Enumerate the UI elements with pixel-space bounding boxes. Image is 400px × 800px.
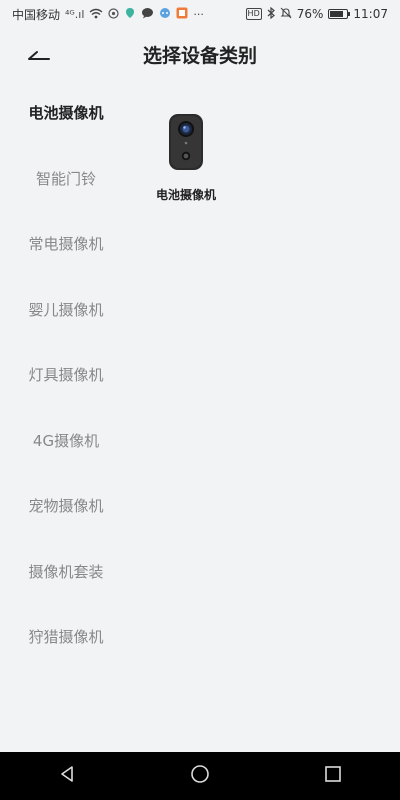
app-icon bbox=[124, 7, 136, 21]
hd-icon: HD bbox=[245, 8, 262, 20]
circle-home-icon bbox=[190, 764, 210, 788]
device-card[interactable]: 电池摄像机 bbox=[140, 100, 232, 203]
game-icon bbox=[159, 7, 171, 21]
header: 选择设备类别 bbox=[0, 28, 400, 80]
battery-percent: 76% bbox=[296, 7, 324, 21]
mute-bell-icon bbox=[280, 7, 292, 21]
page-title: 选择设备类别 bbox=[142, 44, 257, 67]
bluetooth-icon bbox=[267, 6, 275, 21]
battery-icon bbox=[328, 9, 351, 19]
nav-home-button[interactable] bbox=[180, 756, 220, 796]
location-icon bbox=[108, 7, 120, 21]
status-left: 中国移动 ⁴ᴳ.ıl ··· bbox=[12, 6, 204, 23]
category-item[interactable]: 灯具摄像机 bbox=[0, 342, 132, 408]
signal-icon: ⁴ᴳ.ıl bbox=[65, 7, 85, 21]
device-grid: 电池摄像机 bbox=[140, 100, 232, 203]
wifi-icon bbox=[89, 8, 103, 21]
category-list: 电池摄像机 智能门铃 常电摄像机 婴儿摄像机 灯具摄像机 4G摄像机 宠物摄像机 摄像机套装狩… bbox=[0, 80, 132, 670]
category-item[interactable]: 电池摄像机 bbox=[0, 80, 132, 146]
category-item[interactable]: 4G摄像机 bbox=[0, 408, 132, 474]
back-button[interactable] bbox=[24, 40, 54, 70]
notification-icon bbox=[176, 7, 188, 21]
battery-camera-icon bbox=[166, 112, 206, 174]
nav-recents-button[interactable] bbox=[313, 756, 353, 796]
navigation-bar bbox=[0, 752, 400, 800]
square-recents-icon bbox=[324, 765, 342, 787]
back-arrow-icon bbox=[27, 46, 51, 65]
wechat-icon bbox=[141, 7, 154, 21]
triangle-back-icon bbox=[58, 765, 76, 787]
status-right: HD 76% 11:07 bbox=[245, 6, 388, 21]
category-item[interactable]: 婴儿摄像机 bbox=[0, 277, 132, 343]
clock: 11:07 bbox=[353, 7, 388, 21]
device-label: 电池摄像机 bbox=[155, 188, 216, 202]
category-item[interactable]: 智能门铃 bbox=[0, 146, 132, 212]
status-bar: 中国移动 ⁴ᴳ.ıl ··· HD 76% 11:07 bbox=[0, 0, 400, 28]
category-item[interactable]: 常电摄像机 bbox=[0, 211, 132, 277]
category-item[interactable]: 狩猎摄像机 bbox=[0, 604, 132, 670]
nav-back-button[interactable] bbox=[47, 756, 87, 796]
battery-fill bbox=[330, 11, 343, 17]
carrier-label: 中国移动 bbox=[12, 7, 61, 22]
category-item[interactable]: 宠物摄像机 bbox=[0, 473, 132, 539]
more-icon: ··· bbox=[193, 7, 204, 21]
category-item[interactable]: 摄像机套装 bbox=[0, 539, 132, 605]
